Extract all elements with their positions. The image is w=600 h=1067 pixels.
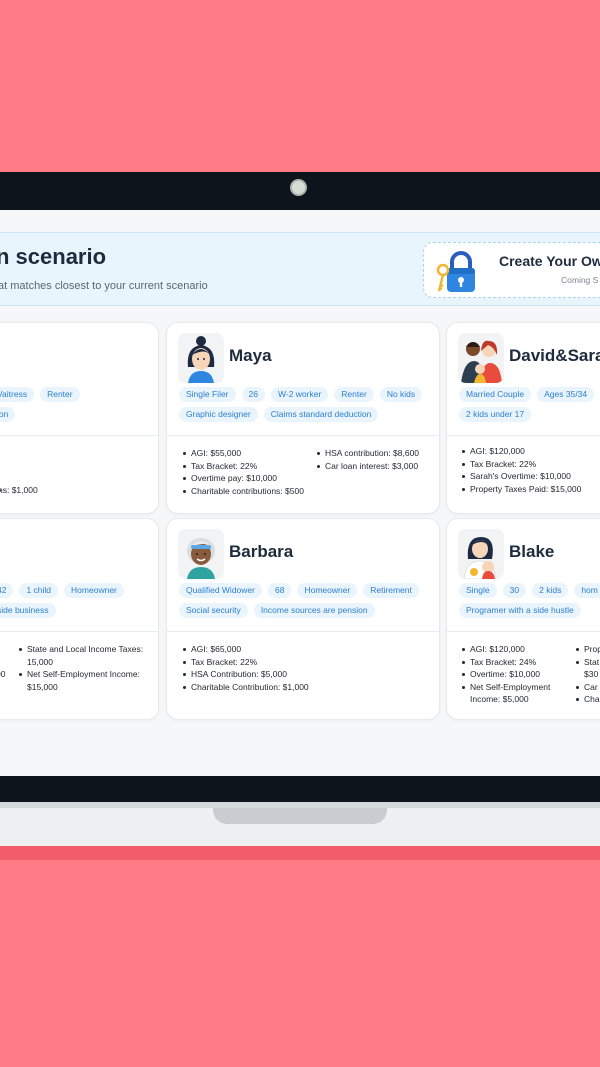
card-divider — [0, 631, 158, 632]
tag: ion — [0, 407, 16, 422]
tag: W-2 worker — [271, 387, 329, 402]
tag: Retirement — [363, 583, 419, 598]
card-name: Barbara — [229, 542, 294, 561]
fact-item: State and Local Income Taxes: 15,000 — [19, 643, 154, 668]
fact-item: AGI: $120,000 — [462, 643, 572, 656]
lock-icon — [436, 251, 475, 292]
laptop-foot — [0, 846, 600, 860]
scenario-card-blake[interactable]: Blake Single 30 2 kids hom Programer wit… — [446, 518, 600, 720]
tag: 30 — [502, 583, 527, 598]
fact-item: 00 — [0, 668, 5, 681]
page-subtitle: at matches closest to your current scena… — [0, 280, 208, 292]
create-title: Create Your Ow — [499, 253, 600, 269]
tag: Qualified Widower — [179, 583, 262, 598]
fact-item: Overtime: $10,000 — [462, 668, 572, 681]
laptop-bezel-bottom — [0, 776, 600, 802]
tag: Single Filer — [179, 387, 236, 402]
fact-item: Tax Bracket: 22% — [183, 656, 309, 669]
avatar-david-sara — [458, 333, 504, 383]
scenario-card-maya[interactable]: Maya Single Filer 26 W-2 worker Renter N… — [166, 322, 440, 514]
fact-item: AGI: $55,000 — [183, 447, 304, 460]
tag: 42 — [0, 583, 14, 598]
fact-item: Prop — [576, 643, 600, 656]
tag: Homeowner — [297, 583, 358, 598]
page-title: n scenario — [0, 244, 107, 269]
laptop-notch — [213, 808, 387, 824]
scenario-card-david-sara[interactable]: David&Sara Married Couple Ages 35/34 2 k… — [446, 322, 600, 514]
fact-item: Charitable contributions: $500 — [183, 485, 304, 498]
fact-item: Car loan interest: $3,000 — [317, 460, 419, 473]
fact-item: HSA Contribution: $5,000 — [183, 668, 309, 681]
tag: 1 child — [19, 583, 59, 598]
tag: 2 kids — [532, 583, 569, 598]
scenario-card-partial-2[interactable]: 42 1 child Homeowner side business 00 St… — [0, 518, 159, 720]
tag: Income sources are pension — [253, 603, 375, 618]
fact-item: Charitable Contribution: $1,000 — [183, 681, 309, 694]
create-your-own-button[interactable]: Create Your Ow Coming S — [423, 242, 600, 298]
tag: Renter — [40, 387, 80, 402]
fact-item: Tax Bracket: 22% — [183, 460, 304, 473]
tag: hom — [574, 583, 600, 598]
fact-item: Net Self-Employment Income: $15,000 — [19, 668, 154, 693]
card-name: David&Sara — [509, 346, 600, 365]
fact-item: Property Taxes Paid: $15,000 — [462, 483, 581, 496]
avatar-maya — [178, 333, 224, 383]
fact-item: Overtime pay: $10,000 — [183, 472, 304, 485]
fact-item: Sarah's Overtime: $10,000 — [462, 470, 581, 483]
tag: Married Couple — [459, 387, 532, 402]
tag: Programer with a side hustle — [459, 603, 581, 618]
create-subtitle: Coming S — [561, 275, 599, 285]
avatar-barbara — [178, 529, 224, 579]
tag: Ages 35/34 — [537, 387, 595, 402]
tag: Homeowner — [64, 583, 124, 598]
card-name: Blake — [509, 542, 555, 561]
tag: Renter — [334, 387, 374, 402]
fact-item: Tax Bracket: 22% — [462, 458, 581, 471]
tag: side business — [0, 603, 56, 618]
scenario-card-barbara[interactable]: Barbara Qualified Widower 68 Homeowner R… — [166, 518, 440, 720]
fact-item: Net Self-Employment Income: $5,000 — [462, 681, 572, 706]
tag: Claims standard deduction — [263, 407, 379, 422]
fact-item: Tax Bracket: 24% — [462, 656, 572, 669]
fact-item: HSA contribution: $8,600 — [317, 447, 419, 460]
tag: 68 — [267, 583, 292, 598]
tag: Graphic designer — [179, 407, 258, 422]
background-top — [0, 0, 600, 172]
card-divider — [0, 435, 158, 436]
card-divider — [447, 631, 600, 632]
tag: Single — [459, 583, 497, 598]
fact-item: AGI: $120,000 — [462, 445, 581, 458]
scenario-card-partial-1[interactable]: Vaitress Renter ion ns: $1,000 — [0, 322, 159, 514]
fact-item: Cha — [576, 693, 600, 706]
card-divider — [167, 435, 439, 436]
avatar-blake — [458, 529, 504, 579]
fact-item: AGI: $65,000 — [183, 643, 309, 656]
card-divider — [447, 435, 600, 436]
tag: Vaitress — [0, 387, 35, 402]
fact-item: Car — [576, 681, 600, 694]
card-name: Maya — [229, 346, 272, 365]
tag: Social security — [179, 603, 248, 618]
tag: 26 — [241, 387, 265, 402]
tag: No kids — [379, 387, 423, 402]
fact-item: Stat $30 — [576, 656, 600, 681]
camera-icon — [290, 179, 307, 196]
laptop-screen: n scenario at matches closest to your cu… — [0, 210, 600, 776]
card-divider — [167, 631, 439, 632]
fact-item: ns: $1,000 — [0, 484, 158, 497]
tag: 2 kids under 17 — [459, 407, 532, 422]
